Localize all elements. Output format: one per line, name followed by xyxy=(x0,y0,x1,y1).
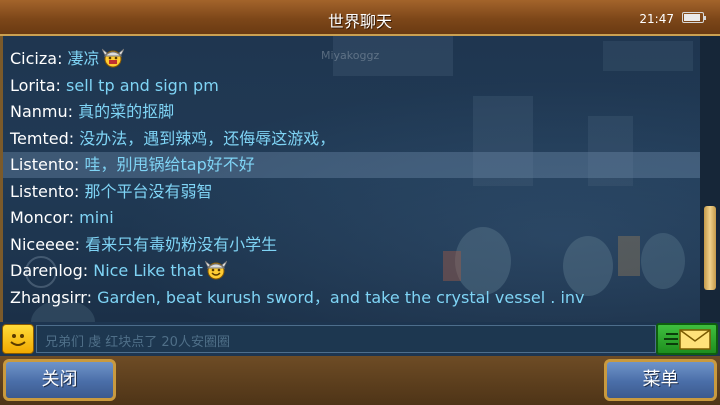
message-text: 没办法，遇到辣鸡，还侮辱这游戏， xyxy=(79,128,336,148)
chat-message[interactable]: Listento: 哇，别甩锅给tap好不好 xyxy=(3,152,700,178)
emoji-button[interactable] xyxy=(2,324,34,354)
chat-message[interactable]: Nanmu: 真的菜的抠脚 xyxy=(10,99,700,125)
message-author[interactable]: Darenlog xyxy=(10,261,83,280)
message-author[interactable]: Lorita xyxy=(10,76,56,95)
message-author[interactable]: Temted xyxy=(10,129,69,148)
message-author[interactable]: Listento xyxy=(10,155,74,174)
scroll-thumb[interactable] xyxy=(704,206,716,290)
chat-input[interactable]: 兄弟们 虔 红块点了 20人安圈圈 xyxy=(36,325,656,353)
chat-message[interactable]: Darenlog: Nice Like that xyxy=(10,258,700,284)
chat-scrollbar[interactable] xyxy=(700,36,720,322)
message-text: Garden, beat kurush sword，and take the c… xyxy=(97,287,585,307)
message-author[interactable]: Ciciza xyxy=(10,49,57,68)
message-text: 凄凉 xyxy=(67,49,100,68)
chat-message[interactable]: Zhangsirr: Garden, beat kurush sword，and… xyxy=(10,285,700,311)
bottom-bar: 关闭 菜单 xyxy=(0,356,720,405)
message-text: 看来只有毒奶粉没有小学生 xyxy=(85,234,278,254)
title-bar: 世界聊天 21:47 xyxy=(0,0,720,36)
message-author[interactable]: Moncor xyxy=(10,208,69,227)
message-text: 那个平台没有弱智 xyxy=(84,181,213,201)
window-title: 世界聊天 xyxy=(327,12,392,31)
envelope-icon xyxy=(664,329,711,350)
chat-message[interactable]: Listento: 那个平台没有弱智 xyxy=(10,179,700,205)
chat-message[interactable]: Lorita: sell tp and sign pm xyxy=(10,73,700,99)
message-text: 哇，别甩锅给tap好不好 xyxy=(84,155,255,174)
message-author[interactable]: Niceeee xyxy=(10,235,75,254)
chat-message[interactable]: Temted: 没办法，遇到辣鸡，还侮辱这游戏， xyxy=(10,126,700,152)
message-author[interactable]: Listento xyxy=(10,182,74,201)
chat-log[interactable]: Miyakoggz Ciciza: 凄凉 Lorita: sell tp and … xyxy=(0,36,700,322)
chat-message[interactable]: Moncor: mini xyxy=(10,205,700,231)
message-author[interactable]: Nanmu xyxy=(10,102,68,121)
smiley-icon xyxy=(10,334,26,346)
send-button[interactable] xyxy=(656,323,718,355)
viking-face-icon xyxy=(101,48,124,68)
battery-icon xyxy=(682,12,706,23)
message-text: mini xyxy=(79,208,114,227)
chat-message[interactable]: Niceeee: 看来只有毒奶粉没有小学生 xyxy=(10,232,700,258)
clock: 21:47 xyxy=(639,12,674,26)
input-bar: 兄弟们 虔 红块点了 20人安圈圈 xyxy=(0,322,720,356)
chat-input-placeholder: 兄弟们 虔 红块点了 20人安圈圈 xyxy=(45,335,230,350)
message-text: 真的菜的抠脚 xyxy=(78,102,175,121)
chat-message[interactable]: Ciciza: 凄凉 xyxy=(10,46,700,72)
menu-button[interactable]: 菜单 xyxy=(604,359,717,401)
message-text: Nice Like that xyxy=(93,261,203,280)
message-text: sell tp and sign pm xyxy=(66,75,219,95)
message-author[interactable]: Zhangsirr xyxy=(10,288,87,307)
viking-smile-icon xyxy=(204,260,227,280)
close-button[interactable]: 关闭 xyxy=(3,359,116,401)
